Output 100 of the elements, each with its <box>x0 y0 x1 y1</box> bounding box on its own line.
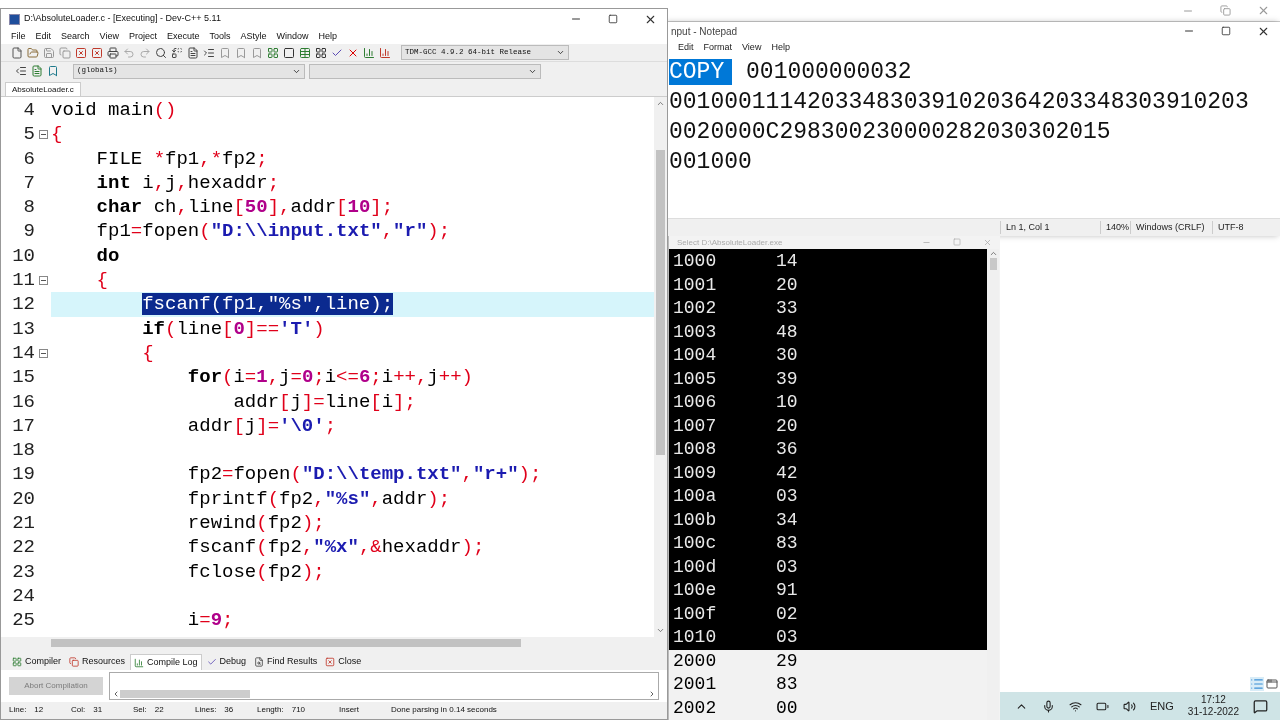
find-icon <box>254 657 265 667</box>
outdent-icon[interactable] <box>15 65 27 77</box>
scroll-thumb[interactable] <box>989 258 997 270</box>
scroll-up-icon[interactable] <box>656 99 665 108</box>
line-number: 21 <box>11 511 35 536</box>
menu-item[interactable]: Help <box>318 29 338 44</box>
scrollbar[interactable] <box>654 97 667 637</box>
scroll-down-icon[interactable] <box>656 626 665 635</box>
code-line: { <box>95 268 109 293</box>
code-line: fscanf(fp2,"%x",&hexaddr); <box>186 535 486 560</box>
notification-icon[interactable] <box>1253 698 1268 714</box>
status-value: 22 <box>154 704 164 716</box>
code-line: fprintf(fp2,"%s",addr); <box>186 486 452 512</box>
panel-tab[interactable]: Find Results <box>251 654 321 670</box>
line-number: 15 <box>11 365 35 390</box>
status-text: Windows (CRLF) <box>1130 220 1212 235</box>
status-label: Lines: <box>195 704 217 716</box>
menu-item[interactable]: AStyle <box>240 29 267 44</box>
close-file-icon[interactable] <box>75 46 87 59</box>
status-value: 36 <box>224 704 234 716</box>
line-number: 6 <box>22 146 35 171</box>
console-row-text: 100c 83 <box>672 532 799 555</box>
bookmark-icon[interactable] <box>47 65 59 77</box>
fold-icon[interactable] <box>38 348 48 358</box>
fold-icon[interactable] <box>38 129 48 139</box>
indent-icon[interactable] <box>203 46 215 59</box>
menu-item[interactable]: Search <box>61 29 90 44</box>
menu-item[interactable]: Window <box>276 29 309 44</box>
code-line: do <box>95 243 121 269</box>
code-line: { <box>51 122 64 147</box>
insert-icon[interactable] <box>31 65 43 77</box>
panel-tab[interactable]: Close <box>322 654 365 670</box>
menu-item[interactable]: Format <box>703 41 733 55</box>
microphone-icon[interactable] <box>1042 699 1055 713</box>
text-line: 001000 <box>669 148 753 177</box>
save-icon[interactable] <box>43 46 55 59</box>
window-icon[interactable] <box>283 46 295 59</box>
line-number: 14 <box>11 340 35 366</box>
code-line: void main() <box>51 98 178 123</box>
console-row-text: 100d 03 <box>672 555 799 579</box>
clock-time[interactable]: 17:12 <box>1200 694 1226 706</box>
maximize-icon[interactable] <box>608 14 618 24</box>
console-row: 2001 83 <box>669 673 987 697</box>
line-number: 22 <box>11 535 35 560</box>
language-indicator[interactable]: ENG <box>1150 697 1174 715</box>
new-file-icon[interactable] <box>11 46 23 59</box>
search-icon[interactable] <box>155 46 167 59</box>
console-row-text: 1006 10 <box>672 391 799 414</box>
replace-icon[interactable] <box>171 46 183 59</box>
check-icon <box>206 657 217 667</box>
speaker-icon[interactable] <box>1123 699 1136 713</box>
wifi-icon[interactable] <box>1069 699 1082 713</box>
table-icon[interactable] <box>299 46 311 59</box>
goto-icon[interactable] <box>187 46 199 59</box>
console-row-text: 1005 39 <box>672 367 799 391</box>
console-row-text: 1008 36 <box>672 438 799 461</box>
open-icon[interactable] <box>27 46 39 59</box>
status-text: UTF-8 <box>1212 220 1272 235</box>
line-number: 7 <box>22 170 35 196</box>
bookmark-icon[interactable] <box>251 46 263 59</box>
close-all-icon[interactable] <box>91 46 103 59</box>
menu-item[interactable]: View <box>99 29 119 44</box>
status-value: 31 <box>93 704 103 716</box>
maximize-icon[interactable] <box>1221 26 1231 36</box>
menu-item[interactable]: File <box>11 29 26 44</box>
text-line: 001000111420334830391020364203348303910203 <box>669 88 1250 117</box>
menu-item[interactable]: Execute <box>166 29 200 44</box>
bookmark-icon[interactable] <box>235 46 247 59</box>
line-number: 18 <box>11 438 35 463</box>
menu-item[interactable]: View <box>742 41 762 55</box>
scroll-left-icon[interactable] <box>112 690 120 698</box>
code-line: fp1=fopen("D:\\input.txt","r"); <box>95 219 452 244</box>
panel-tab[interactable]: Compile Log <box>130 654 202 670</box>
console-row-text: 1009 42 <box>672 461 799 485</box>
console-row-text: 100f 02 <box>672 602 799 626</box>
menu-item[interactable]: Project <box>128 29 157 44</box>
chart-icon[interactable] <box>363 46 375 59</box>
menu-item[interactable]: Edit <box>35 29 52 44</box>
panel-tab[interactable]: Debug <box>203 654 250 670</box>
chart-icon <box>134 657 145 668</box>
panel-tab[interactable]: Resources <box>66 654 129 670</box>
scroll-right-icon[interactable] <box>648 690 656 698</box>
text-area[interactable]: COPY 001000000032 001000111420334830391020364203348303910203 0020000C298300230000282030302015 001000 <box>668 56 1280 218</box>
line-number: 24 <box>11 583 35 609</box>
scroll-up-icon[interactable] <box>988 249 998 258</box>
print-icon[interactable] <box>107 46 119 59</box>
code-line: FILE *fp1,*fp2; <box>95 146 269 171</box>
fold-icon[interactable] <box>38 275 48 285</box>
clock-date[interactable]: 31-12-2022 <box>1187 706 1239 718</box>
file-tab[interactable]: AbsoluteLoader.c <box>5 82 81 96</box>
grid-icon[interactable] <box>315 46 327 59</box>
menu-item[interactable]: Edit <box>678 41 694 55</box>
menu-item[interactable]: Help <box>771 41 790 55</box>
text-line: COPY 001000000032 <box>669 58 913 87</box>
panel-tab[interactable]: Compiler <box>9 654 64 670</box>
console-row-text: 1010 03 <box>672 626 799 649</box>
status-value: 710 <box>291 704 306 716</box>
line-number: 13 <box>11 316 35 341</box>
menu-item[interactable]: Tools <box>209 29 231 44</box>
profile-icon[interactable] <box>379 46 391 59</box>
